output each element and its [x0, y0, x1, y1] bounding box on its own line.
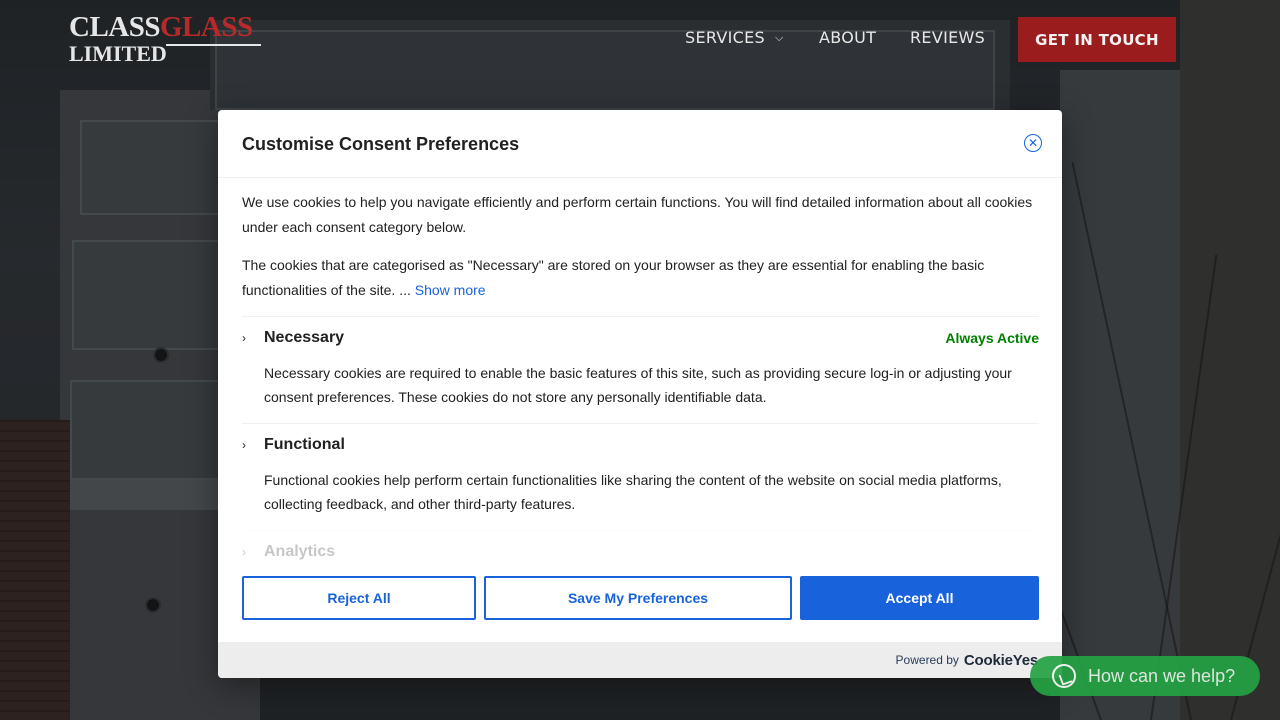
logo-rule — [166, 44, 261, 46]
category-name: Functional — [264, 436, 345, 453]
get-in-touch-button[interactable]: GET IN TOUCH — [1018, 17, 1176, 62]
logo-word-class: CLASS — [69, 11, 161, 43]
powered-by-text: Powered by — [895, 653, 959, 667]
category-name: Necessary — [264, 329, 345, 346]
chevron-right-icon: › — [242, 545, 246, 559]
modal-body[interactable]: We use cookies to help you navigate effi… — [242, 178, 1039, 568]
consent-modal: Customise Consent Preferences ✕ We use c… — [218, 110, 1062, 678]
chevron-right-icon: › — [242, 438, 246, 452]
nav-about-label: ABOUT — [819, 28, 877, 47]
logo-word-glass: GLASS — [160, 11, 253, 43]
nav-about[interactable]: ABOUT — [819, 28, 876, 47]
category-description: Functional cookies help perform certain … — [264, 472, 1002, 512]
powered-by-bar: Powered by CookieYes — [218, 642, 1062, 678]
category-functional[interactable]: › Functional Functional cookies help per… — [242, 423, 1039, 516]
accept-all-button[interactable]: Accept All — [800, 576, 1039, 620]
modal-title: Customise Consent Preferences — [242, 134, 520, 154]
close-icon: ✕ — [1027, 136, 1039, 150]
necessary-note: The cookies that are categorised as "Nec… — [242, 253, 1039, 302]
whatsapp-icon — [1052, 664, 1076, 688]
reject-all-button[interactable]: Reject All — [242, 576, 476, 620]
intro-paragraph: We use cookies to help you navigate effi… — [242, 194, 1033, 235]
whatsapp-label: How can we help? — [1088, 665, 1236, 686]
necessary-note-text: The cookies that are categorised as "Nec… — [242, 257, 985, 298]
category-description: Necessary cookies are required to enable… — [264, 365, 1012, 405]
nav-reviews[interactable]: REVIEWS — [910, 28, 985, 47]
nav-reviews-label: REVIEWS — [910, 28, 986, 47]
nav-services[interactable]: SERVICES ⌵ — [685, 28, 784, 47]
site-header: CLASSGLASS LIMITED SERVICES ⌵ ABOUT REVI… — [0, 0, 1280, 80]
close-button[interactable]: ✕ — [1024, 134, 1042, 152]
cookieyes-logo[interactable]: CookieYes — [964, 652, 1038, 669]
save-preferences-button[interactable]: Save My Preferences — [484, 576, 792, 620]
modal-footer: Reject All Save My Preferences Accept Al… — [218, 568, 1062, 678]
chevron-right-icon: › — [242, 331, 246, 345]
category-name: Analytics — [264, 543, 336, 560]
modal-header: Customise Consent Preferences ✕ — [218, 110, 1062, 178]
logo-word-limited: LIMITED — [69, 41, 167, 66]
category-necessary[interactable]: › Necessary Always Active Necessary cook… — [242, 316, 1039, 409]
chevron-down-icon: ⌵ — [775, 30, 784, 44]
nav-services-label: SERVICES — [685, 28, 766, 47]
show-more-link[interactable]: Show more — [415, 282, 486, 298]
site-logo[interactable]: CLASSGLASS LIMITED — [69, 13, 264, 67]
category-analytics[interactable]: › Analytics — [242, 530, 1039, 563]
whatsapp-chat-button[interactable]: How can we help? — [1030, 656, 1260, 696]
always-active-label: Always Active — [945, 330, 1039, 346]
